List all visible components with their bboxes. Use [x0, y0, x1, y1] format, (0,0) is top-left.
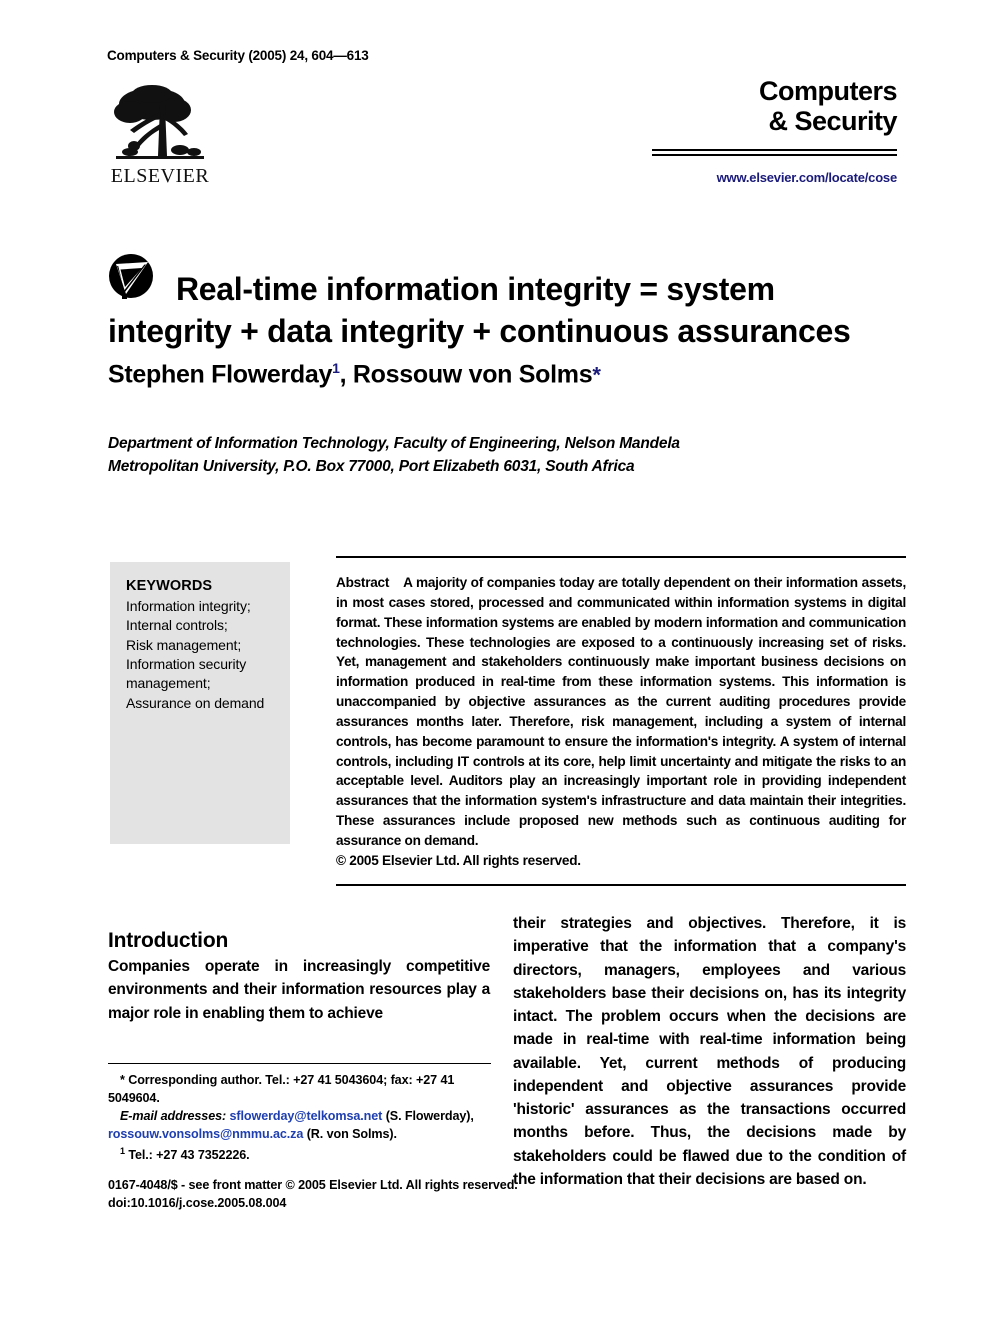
affiliation-line1: Department of Information Technology, Fa…: [108, 435, 680, 452]
author-1-footnote-marker[interactable]: 1: [332, 360, 340, 376]
imprint: 0167-4048/$ - see front matter © 2005 El…: [108, 1177, 628, 1213]
abstract-text: A majority of companies today are totall…: [336, 575, 906, 848]
journal-title-line2: & Security: [768, 106, 897, 137]
keyword-item: Assurance on demand: [126, 694, 265, 711]
section-heading-introduction: Introduction: [108, 929, 229, 953]
body-column-left: Companies operate in increasingly compet…: [108, 958, 490, 1022]
article-title-line2: integrity + data integrity + continuous …: [108, 313, 851, 350]
note-1-text: Tel.: +27 43 7352226.: [128, 1147, 250, 1162]
affiliation: Department of Information Technology, Fa…: [108, 432, 748, 479]
email-label: E-mail addresses:: [120, 1109, 227, 1124]
abstract-bottom-rule: [336, 883, 906, 886]
abstract-top-rule: [336, 556, 906, 558]
abstract-body: Abstract A majority of companies today ar…: [336, 573, 906, 871]
keyword-item: Risk management;: [126, 636, 242, 653]
author-name-1: Stephen Flowerday: [108, 360, 333, 389]
corresponding-marker: *: [120, 1073, 125, 1087]
email-address-1[interactable]: sflowerday@telkomsa.net: [230, 1109, 383, 1123]
keywords-list: Information integrity; Internal controls…: [126, 597, 276, 713]
footnotes: * Corresponding author. Tel.: +27 41 504…: [108, 1063, 493, 1165]
masthead-divider: [652, 149, 897, 157]
journal-masthead: Computers & Security www.elsevier.com/lo…: [597, 76, 898, 185]
author-list: Stephen Flowerday1, Rossouw von Solms*: [108, 360, 908, 389]
keyword-item: Information integrity;: [126, 598, 251, 614]
page-title: Real-time information integrity = system…: [108, 269, 908, 352]
keyword-item: management;: [126, 675, 211, 692]
footnote-rule: [108, 1063, 491, 1064]
imprint-doi[interactable]: doi:10.1016/j.cose.2005.08.004: [108, 1195, 628, 1213]
keywords-heading: KEYWORDS: [126, 578, 213, 594]
corresponding-text: Corresponding author. Tel.: +27 41 50436…: [108, 1073, 455, 1105]
elsevier-tree-logo: ELSEVIER: [108, 78, 220, 190]
journal-url[interactable]: www.elsevier.com/locate/cose: [597, 170, 898, 185]
email-address-2[interactable]: rossouw.vonsolms@nmmu.ac.za: [108, 1127, 303, 1141]
article-title-line1: Real-time information integrity = system: [176, 271, 775, 308]
footnote-emails: E-mail addresses: sflowerday@telkomsa.ne…: [108, 1108, 493, 1143]
author-separator: ,: [339, 360, 353, 389]
abstract-copyright: © 2005 Elsevier Ltd. All rights reserved…: [336, 852, 581, 868]
footnote-corresponding-author: * Corresponding author. Tel.: +27 41 504…: [108, 1072, 493, 1107]
running-head: Computers & Security (2005) 24, 604—613: [107, 48, 369, 63]
abstract-section: Abstract A majority of companies today ar…: [336, 556, 906, 886]
imprint-issn-line: 0167-4048/$ - see front matter © 2005 El…: [108, 1178, 518, 1192]
keyword-item: Internal controls;: [126, 617, 228, 634]
email-owner-2: (R. von Solms).: [306, 1126, 397, 1141]
keyword-item: Information security: [126, 655, 247, 672]
author-2-footnote-marker[interactable]: *: [592, 362, 601, 387]
svg-text:ELSEVIER: ELSEVIER: [111, 165, 210, 187]
author-name-2: Rossouw von Solms: [352, 360, 593, 389]
abstract-label: Abstract: [336, 575, 390, 590]
body-column-right: their strategies and objectives. Therefo…: [513, 915, 906, 1188]
affiliation-line2: Metropolitan University, P.O. Box 77000,…: [108, 458, 635, 476]
note-1-marker: 1: [120, 1145, 125, 1156]
journal-title-line1: Computers: [758, 76, 898, 106]
article-first-page: Computers & Security (2005) 24, 604—613: [0, 0, 992, 1323]
email-owner-1: (S. Flowerday),: [385, 1109, 474, 1124]
journal-title: Computers & Security: [597, 76, 898, 137]
keywords-box: KEYWORDS Information integrity; Internal…: [110, 562, 290, 844]
footnote-note-1: 1 Tel.: +27 43 7352226.: [108, 1145, 493, 1165]
